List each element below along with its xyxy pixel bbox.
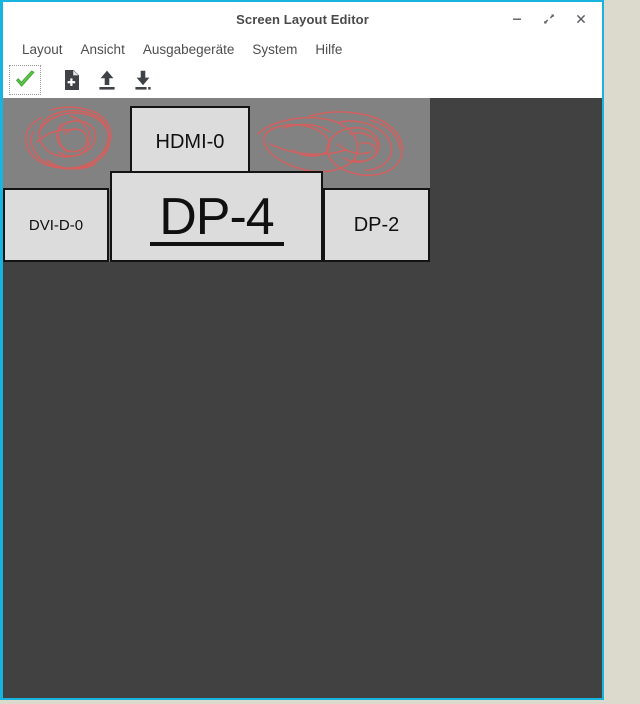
menu-item-ausgabegeraete[interactable]: Ausgabegeräte [134, 40, 244, 59]
monitor-dp-4[interactable]: DP-4 [110, 171, 323, 262]
monitor-label: DP-2 [353, 214, 400, 236]
menu-item-layout[interactable]: Layout [13, 40, 72, 59]
monitor-label: DP-4 [159, 187, 274, 246]
load-layout-button[interactable] [91, 65, 123, 95]
apply-checkmark-button[interactable] [9, 65, 41, 95]
monitor-dvi-d-0[interactable]: DVI-D-0 [3, 188, 109, 262]
title-bar: Screen Layout Editor [3, 2, 602, 36]
monitor-label: DVI-D-0 [28, 216, 84, 234]
menu-item-system[interactable]: System [243, 40, 306, 59]
layout-canvas[interactable]: HDMI-0 DVI-D-0 DP-2 DP-4 [3, 98, 602, 698]
checkmark-icon [13, 68, 37, 92]
menu-item-hilfe[interactable]: Hilfe [306, 40, 351, 59]
maximize-button[interactable] [534, 5, 564, 33]
screen-layout-editor-window: Screen Layout Editor Layout Ansicht Ausg… [0, 0, 604, 700]
monitor-label: HDMI-0 [155, 131, 225, 153]
window-title: Screen Layout Editor [236, 11, 369, 27]
close-button[interactable] [566, 5, 596, 33]
toolbar [3, 62, 602, 98]
active-monitor-underline [149, 242, 284, 246]
monitor-hdmi-0[interactable]: HDMI-0 [130, 106, 250, 178]
document-add-icon [59, 68, 83, 92]
save-layout-button[interactable] [127, 65, 159, 95]
window-controls [502, 2, 596, 36]
menu-bar: Layout Ansicht Ausgabegeräte System Hilf… [3, 36, 602, 62]
arrow-up-icon [95, 68, 119, 92]
menu-item-ansicht[interactable]: Ansicht [72, 40, 134, 59]
minimize-icon [510, 12, 524, 26]
new-layout-button[interactable] [55, 65, 87, 95]
minimize-button[interactable] [502, 5, 532, 33]
maximize-icon [542, 12, 556, 26]
monitor-dp-2[interactable]: DP-2 [323, 188, 430, 262]
arrow-down-icon [131, 68, 155, 92]
close-icon [574, 12, 588, 26]
